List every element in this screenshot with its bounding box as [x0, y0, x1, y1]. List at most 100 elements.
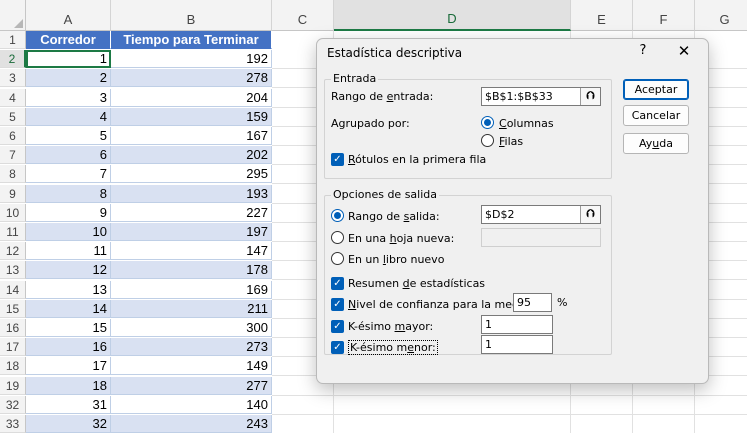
- cell-tiempo[interactable]: 140: [111, 396, 272, 414]
- row-header[interactable]: 10: [0, 204, 26, 222]
- cell-corredor[interactable]: 9: [26, 204, 111, 222]
- row-header[interactable]: 16: [0, 319, 26, 337]
- close-icon[interactable]: ✕: [675, 42, 693, 60]
- row-header[interactable]: 17: [0, 338, 26, 356]
- cell-corredor[interactable]: 10: [26, 223, 111, 241]
- row-header[interactable]: 18: [0, 357, 26, 375]
- row-header[interactable]: 32: [0, 396, 26, 414]
- cell-corredor[interactable]: 3: [26, 89, 111, 107]
- row-header[interactable]: 15: [0, 300, 26, 318]
- cell-tiempo[interactable]: 193: [111, 185, 272, 203]
- header-cell-corredor[interactable]: Corredor: [26, 31, 111, 49]
- rows-radio[interactable]: [481, 134, 494, 147]
- row-header[interactable]: 8: [0, 165, 26, 183]
- cell-tiempo[interactable]: 169: [111, 281, 272, 299]
- cell-tiempo[interactable]: 192: [111, 50, 272, 68]
- column-header-a[interactable]: A: [26, 0, 111, 31]
- summary-stats-checkbox[interactable]: ✓: [331, 277, 344, 290]
- row-header[interactable]: 4: [0, 89, 26, 107]
- columns-radio[interactable]: [481, 116, 494, 129]
- header-cell-tiempo[interactable]: Tiempo para Terminar: [111, 31, 272, 49]
- cell-tiempo[interactable]: 167: [111, 127, 272, 145]
- cell-corredor[interactable]: 31: [26, 396, 111, 414]
- column-header-f[interactable]: F: [633, 0, 695, 31]
- row-header[interactable]: 9: [0, 185, 26, 203]
- cell-corredor[interactable]: 4: [26, 108, 111, 126]
- confidence-level-checkbox[interactable]: ✓: [331, 298, 344, 311]
- row-header[interactable]: 6: [0, 127, 26, 145]
- cell-corredor[interactable]: 15: [26, 319, 111, 337]
- columns-radio-label[interactable]: Columnas: [499, 117, 554, 130]
- row-header[interactable]: 12: [0, 242, 26, 260]
- cell-corredor[interactable]: 7: [26, 165, 111, 183]
- cell-tiempo[interactable]: 202: [111, 146, 272, 164]
- cell-corredor[interactable]: 13: [26, 281, 111, 299]
- cell-corredor[interactable]: 5: [26, 127, 111, 145]
- kth-largest-checkbox[interactable]: ✓: [331, 320, 344, 333]
- new-book-label[interactable]: En un libro nuevo: [348, 253, 444, 266]
- column-header-g[interactable]: G: [695, 0, 747, 31]
- row-header[interactable]: 2: [0, 50, 26, 68]
- column-header-d[interactable]: D: [334, 0, 571, 31]
- select-all-corner[interactable]: [0, 0, 26, 31]
- column-header-b[interactable]: B: [111, 0, 272, 31]
- kth-largest-field[interactable]: 1: [481, 315, 553, 334]
- row-header[interactable]: 7: [0, 146, 26, 164]
- ok-button[interactable]: Aceptar: [623, 79, 689, 100]
- cell-tiempo[interactable]: 227: [111, 204, 272, 222]
- cell-corredor[interactable]: 16: [26, 338, 111, 356]
- new-sheet-radio[interactable]: [331, 231, 344, 244]
- summary-stats-label[interactable]: Resumen de estadísticas: [348, 277, 485, 290]
- cell-tiempo[interactable]: 295: [111, 165, 272, 183]
- help-button[interactable]: Ayuda: [623, 133, 689, 154]
- cell-tiempo[interactable]: 178: [111, 261, 272, 279]
- labels-first-row-checkbox[interactable]: ✓: [331, 153, 344, 166]
- cell-tiempo[interactable]: 300: [111, 319, 272, 337]
- cell-tiempo[interactable]: 149: [111, 357, 272, 375]
- cell-tiempo[interactable]: 277: [111, 377, 272, 395]
- cell-corredor[interactable]: 2: [26, 69, 111, 87]
- cell-corredor[interactable]: 6: [26, 146, 111, 164]
- kth-smallest-checkbox[interactable]: ✓: [331, 341, 344, 354]
- cell-tiempo[interactable]: 159: [111, 108, 272, 126]
- help-icon[interactable]: ?: [635, 43, 651, 58]
- kth-largest-label[interactable]: K-ésimo mayor:: [348, 320, 433, 333]
- cell-corredor[interactable]: 18: [26, 377, 111, 395]
- rows-radio-label[interactable]: Filas: [499, 135, 523, 148]
- cell-tiempo[interactable]: 243: [111, 415, 272, 433]
- row-header[interactable]: 5: [0, 108, 26, 126]
- cell-corredor[interactable]: 8: [26, 185, 111, 203]
- kth-smallest-label[interactable]: K-ésimo menor:: [348, 340, 438, 355]
- row-header[interactable]: 11: [0, 223, 26, 241]
- cell-tiempo[interactable]: 204: [111, 89, 272, 107]
- cell-corredor[interactable]: 12: [26, 261, 111, 279]
- confidence-level-field[interactable]: 95: [513, 293, 552, 312]
- cell-corredor[interactable]: 17: [26, 357, 111, 375]
- cell-tiempo[interactable]: 197: [111, 223, 272, 241]
- cell-tiempo[interactable]: 211: [111, 300, 272, 318]
- labels-first-row-label[interactable]: Rótulos en la primera fila: [348, 153, 486, 166]
- cancel-button[interactable]: Cancelar: [623, 105, 689, 126]
- output-range-label[interactable]: Rango de salida:: [348, 210, 440, 223]
- cell-corredor[interactable]: 32: [26, 415, 111, 433]
- new-sheet-name-field[interactable]: [481, 228, 601, 247]
- output-range-radio[interactable]: [331, 209, 344, 222]
- new-sheet-label[interactable]: En una hoja nueva:: [348, 232, 454, 245]
- row-header[interactable]: 14: [0, 281, 26, 299]
- cell-corredor[interactable]: 11: [26, 242, 111, 260]
- cell-tiempo[interactable]: 278: [111, 69, 272, 87]
- new-book-radio[interactable]: [331, 252, 344, 265]
- cell-corredor[interactable]: 14: [26, 300, 111, 318]
- collapse-dialog-icon[interactable]: ⮉: [580, 88, 600, 105]
- row-header[interactable]: 1: [0, 31, 26, 49]
- cell-tiempo[interactable]: 273: [111, 338, 272, 356]
- collapse-dialog-icon[interactable]: ⮉: [580, 206, 600, 223]
- row-header[interactable]: 19: [0, 377, 26, 395]
- cell-tiempo[interactable]: 147: [111, 242, 272, 260]
- kth-smallest-field[interactable]: 1: [481, 335, 553, 354]
- column-header-c[interactable]: C: [272, 0, 334, 31]
- row-header[interactable]: 33: [0, 415, 26, 433]
- row-header[interactable]: 3: [0, 69, 26, 87]
- column-header-e[interactable]: E: [571, 0, 633, 31]
- cell-corredor[interactable]: 1: [26, 50, 111, 68]
